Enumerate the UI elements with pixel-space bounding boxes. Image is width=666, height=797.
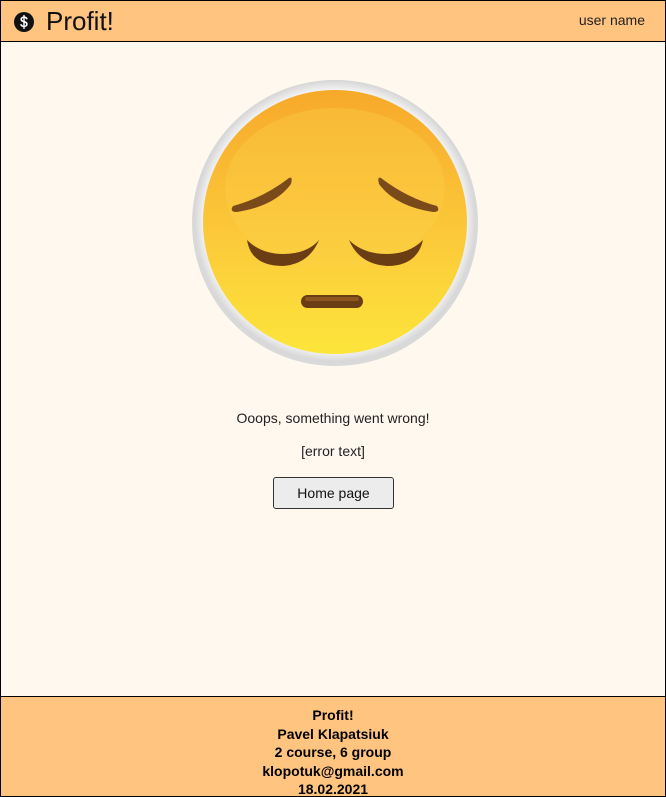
footer-author: Pavel Klapatsiuk bbox=[277, 725, 389, 742]
dollar-coin-icon[interactable] bbox=[14, 12, 34, 32]
footer-date: 18.02.2021 bbox=[297, 781, 369, 797]
footer-brand: Profit! bbox=[312, 707, 354, 723]
footer-email: klopotuk@gmail.com bbox=[262, 762, 404, 779]
brand-title[interactable]: Profit! bbox=[46, 5, 114, 37]
page: Profit! user name Ooops, something went … bbox=[0, 0, 666, 797]
error-detail-text: [error text] bbox=[301, 443, 365, 459]
header: Profit! user name bbox=[1, 1, 665, 42]
user-name[interactable]: user name bbox=[579, 12, 645, 28]
home-page-button[interactable]: Home page bbox=[273, 477, 394, 509]
error-message: Ooops, something went wrong! bbox=[236, 410, 430, 426]
pensive-face-emoji-icon bbox=[192, 80, 478, 366]
footer: Profit! Pavel Klapatsiuk 2 course, 6 gro… bbox=[1, 696, 665, 797]
footer-course: 2 course, 6 group bbox=[274, 744, 392, 760]
